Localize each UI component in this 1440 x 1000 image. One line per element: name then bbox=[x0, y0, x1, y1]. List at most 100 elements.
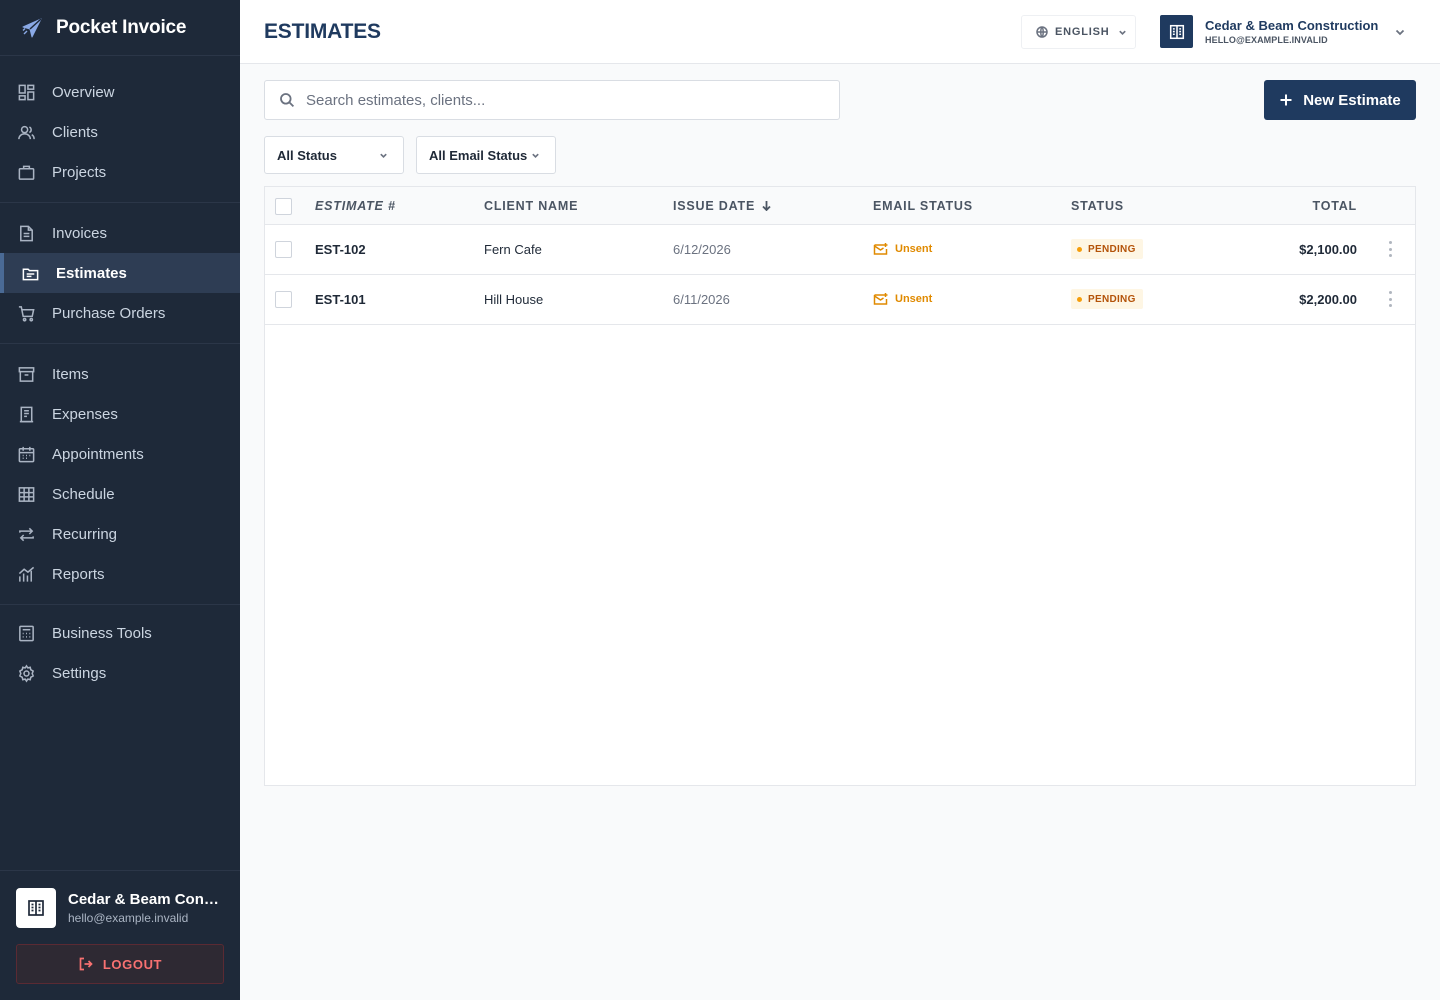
email-status-filter[interactable]: All Email Status bbox=[416, 136, 556, 174]
table-header: ESTIMATE # CLIENT NAME ISSUE DATE EMAIL … bbox=[265, 187, 1415, 225]
kebab-dot bbox=[1388, 291, 1392, 294]
estimates-icon bbox=[22, 267, 39, 280]
sidebar-item-label: Overview bbox=[52, 83, 115, 101]
sidebar-item-projects[interactable]: Projects bbox=[0, 152, 240, 192]
status-filter[interactable]: All Status bbox=[264, 136, 404, 174]
logout-button[interactable]: LOGOUT bbox=[16, 944, 224, 984]
status-dot bbox=[1077, 296, 1082, 302]
table-row[interactable]: EST-102 Fern Cafe 6/12/2026 Unsent PENDI… bbox=[265, 225, 1415, 275]
row-checkbox[interactable] bbox=[275, 241, 292, 258]
avatar bbox=[16, 888, 56, 928]
kebab-dot bbox=[1388, 254, 1392, 257]
language-selector[interactable]: ENGLISH bbox=[1021, 15, 1136, 49]
account-info: Cedar & Beam Const... hello@example.inva… bbox=[68, 891, 224, 925]
chevron-down-icon bbox=[380, 153, 387, 158]
language-label: ENGLISH bbox=[1055, 26, 1110, 38]
company-name: Cedar & Beam Construction bbox=[1205, 18, 1379, 33]
overview-icon bbox=[18, 84, 35, 100]
kebab-dot bbox=[1388, 241, 1392, 244]
status-badge: PENDING bbox=[1071, 289, 1143, 309]
company-info: Cedar & Beam Construction HELLO@EXAMPLE.… bbox=[1205, 18, 1378, 45]
sidebar-item-schedule[interactable]: Schedule bbox=[0, 474, 240, 514]
kebab-dot bbox=[1388, 247, 1392, 251]
sidebar-item-label: Settings bbox=[52, 664, 107, 682]
client-name: Hill House bbox=[484, 292, 544, 307]
brand[interactable]: Pocket Invoice bbox=[0, 0, 240, 56]
status-dot bbox=[1077, 246, 1082, 252]
sidebar-item-recurring[interactable]: Recurring bbox=[0, 514, 240, 554]
building-icon bbox=[1169, 24, 1184, 39]
plus-icon bbox=[1280, 94, 1292, 106]
column-header-estimate-number[interactable]: ESTIMATE # bbox=[315, 199, 396, 213]
column-header-status[interactable]: STATUS bbox=[1071, 199, 1124, 213]
account-card[interactable]: Cedar & Beam Const... hello@example.inva… bbox=[16, 888, 224, 928]
sidebar-item-appointments[interactable]: Appointments bbox=[0, 434, 240, 474]
sidebar-nav: Overview Clients Projects Invoices Estim… bbox=[0, 56, 240, 697]
estimate-number[interactable]: EST-102 bbox=[315, 242, 366, 257]
row-menu-button[interactable] bbox=[1383, 291, 1397, 307]
sidebar-item-overview[interactable]: Overview bbox=[0, 72, 240, 112]
gear-icon bbox=[18, 664, 35, 682]
column-header-issue-date[interactable]: ISSUE DATE bbox=[673, 199, 772, 213]
sidebar-footer: Cedar & Beam Const... hello@example.inva… bbox=[0, 870, 240, 1000]
chevron-down-icon bbox=[532, 153, 539, 158]
sidebar-item-label: Recurring bbox=[52, 525, 118, 543]
sidebar-item-label: Expenses bbox=[52, 405, 118, 423]
column-header-total[interactable]: TOTAL bbox=[1312, 199, 1357, 213]
grid-icon bbox=[18, 486, 35, 502]
new-estimate-label: New Estimate bbox=[1303, 91, 1401, 109]
client-name: Fern Cafe bbox=[484, 242, 542, 257]
row-checkbox[interactable] bbox=[275, 291, 292, 308]
sidebar-item-items[interactable]: Items bbox=[0, 354, 240, 394]
brand-name: Pocket Invoice bbox=[56, 16, 187, 38]
cart-icon bbox=[18, 305, 35, 322]
company-switcher[interactable]: Cedar & Beam Construction HELLO@EXAMPLE.… bbox=[1160, 15, 1406, 48]
email-status: Unsent bbox=[873, 242, 932, 256]
clients-icon bbox=[18, 125, 35, 139]
sidebar-item-invoices[interactable]: Invoices bbox=[0, 213, 240, 253]
search-box bbox=[264, 80, 840, 120]
globe-icon bbox=[1036, 26, 1048, 38]
calendar-icon bbox=[18, 446, 35, 462]
nav-group-sales: Invoices Estimates Purchase Orders bbox=[0, 203, 240, 344]
chart-icon bbox=[18, 566, 35, 582]
email-status-label: Unsent bbox=[895, 243, 933, 255]
sidebar-item-clients[interactable]: Clients bbox=[0, 112, 240, 152]
search-input[interactable] bbox=[306, 91, 806, 109]
sidebar-item-label: Clients bbox=[52, 123, 98, 141]
nav-group-tools: Business Tools Settings bbox=[0, 605, 240, 697]
building-icon bbox=[28, 900, 44, 916]
nav-group-operations: Items Expenses Appointments Schedule Rec… bbox=[0, 344, 240, 605]
sidebar-item-label: Reports bbox=[52, 565, 105, 583]
row-menu-button[interactable] bbox=[1383, 241, 1397, 257]
issue-date: 6/11/2026 bbox=[673, 292, 730, 307]
sidebar: Pocket Invoice Overview Clients Projects… bbox=[0, 0, 240, 1000]
sidebar-item-expenses[interactable]: Expenses bbox=[0, 394, 240, 434]
sidebar-item-label: Business Tools bbox=[52, 624, 152, 642]
invoices-icon bbox=[20, 225, 33, 241]
sidebar-item-label: Estimates bbox=[56, 264, 127, 282]
column-header-client-name[interactable]: CLIENT NAME bbox=[484, 199, 578, 213]
logout-icon bbox=[79, 957, 93, 971]
search-icon bbox=[280, 93, 295, 108]
sidebar-item-settings[interactable]: Settings bbox=[0, 653, 240, 693]
page-title: ESTIMATES bbox=[264, 20, 381, 43]
estimate-number[interactable]: EST-101 bbox=[315, 292, 366, 307]
company-logo bbox=[1160, 15, 1193, 48]
sidebar-item-label: Projects bbox=[52, 163, 107, 181]
sidebar-item-reports[interactable]: Reports bbox=[0, 554, 240, 594]
company-email: HELLO@EXAMPLE.INVALID bbox=[1205, 35, 1328, 45]
kebab-dot bbox=[1388, 297, 1392, 301]
new-estimate-button[interactable]: New Estimate bbox=[1264, 80, 1416, 120]
column-header-email-status[interactable]: EMAIL STATUS bbox=[873, 199, 973, 213]
sidebar-item-purchase-orders[interactable]: Purchase Orders bbox=[0, 293, 240, 333]
sidebar-item-label: Schedule bbox=[52, 485, 115, 503]
sidebar-item-business-tools[interactable]: Business Tools bbox=[0, 613, 240, 653]
table-row[interactable]: EST-101 Hill House 6/11/2026 Unsent PEND… bbox=[265, 275, 1415, 325]
sidebar-item-estimates[interactable]: Estimates bbox=[0, 253, 240, 293]
email-status-filter-label: All Email Status bbox=[429, 147, 528, 163]
select-all-checkbox[interactable] bbox=[275, 198, 292, 215]
chevron-down-icon bbox=[1118, 30, 1126, 35]
total-amount: $2,200.00 bbox=[1299, 292, 1357, 307]
logout-label: LOGOUT bbox=[102, 956, 163, 972]
